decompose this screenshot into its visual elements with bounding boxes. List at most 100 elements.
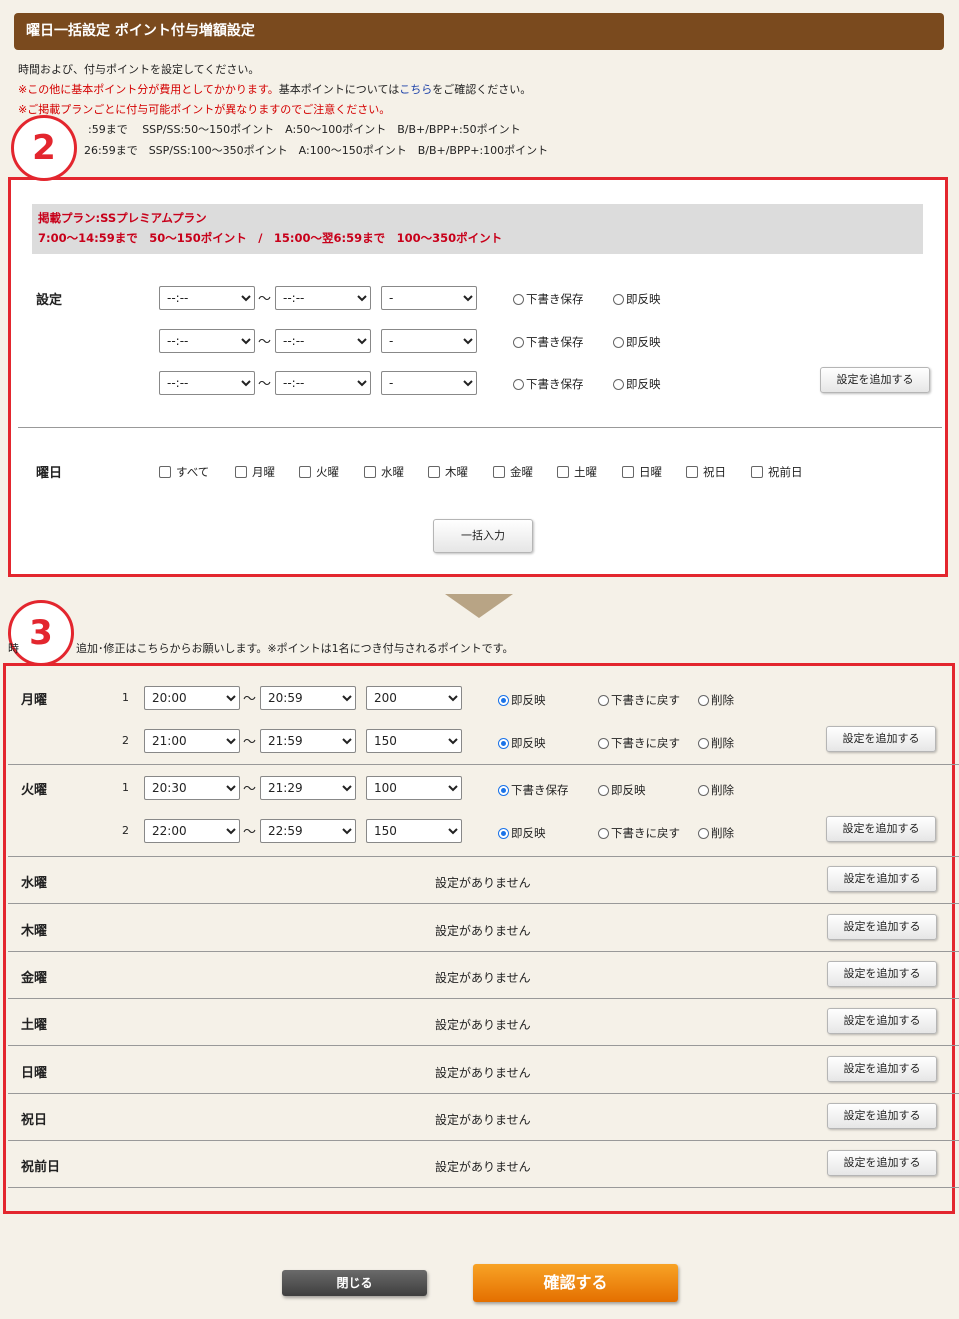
tilde-separator: ～ — [243, 825, 257, 840]
no-setting-text: 設定がありません — [435, 971, 531, 985]
draft-save-radio[interactable]: 下書き保存 — [513, 291, 584, 307]
no-setting-text: 設定がありません — [435, 1160, 531, 1174]
end-time-select[interactable]: --:-- — [275, 329, 371, 353]
status-radio-2[interactable]: 下書きに戻す — [598, 692, 680, 708]
start-time-select[interactable]: --:-- — [159, 371, 255, 395]
immediate-radio[interactable]: 即反映 — [613, 291, 661, 307]
points-select[interactable]: - — [381, 371, 477, 395]
day-checkbox[interactable]: 金曜 — [493, 464, 533, 480]
row-divider — [8, 998, 959, 999]
row-divider — [8, 856, 959, 857]
day-checkbox-label: 祝前日 — [768, 465, 803, 479]
day-checkbox-label: 日曜 — [639, 465, 662, 479]
add-setting-button[interactable]: 設定を追加する — [827, 914, 937, 940]
immediate-radio-label: 即反映 — [626, 292, 661, 306]
draft-save-radio-label: 下書き保存 — [526, 335, 584, 349]
add-setting-button-monday[interactable]: 設定を追加する — [826, 726, 936, 752]
radio-icon — [598, 737, 609, 749]
basic-points-link[interactable]: こちら — [399, 83, 432, 96]
start-time-select[interactable]: --:-- — [159, 286, 255, 310]
add-setting-button-tuesday[interactable]: 設定を追加する — [826, 816, 936, 842]
weekday-label: 土曜 — [21, 1018, 48, 1033]
status-radio-2[interactable]: 即反映 — [598, 782, 646, 798]
end-time-select[interactable]: 20:59 — [260, 686, 356, 710]
points-select[interactable]: 200 — [366, 686, 462, 710]
delete-radio[interactable]: 削除 — [698, 735, 734, 751]
day-checkbox[interactable]: 月曜 — [235, 464, 275, 480]
points-select[interactable]: 100 — [366, 776, 462, 800]
day-checkbox[interactable]: 水曜 — [364, 464, 404, 480]
draft-save-radio[interactable]: 下書き保存 — [513, 376, 584, 392]
points-select[interactable]: 150 — [366, 819, 462, 843]
checkbox-icon — [751, 466, 763, 478]
draft-save-radio[interactable]: 下書き保存 — [513, 334, 584, 350]
delete-radio[interactable]: 削除 — [698, 692, 734, 708]
weekday-label: 金曜 — [21, 971, 48, 986]
day-checkbox[interactable]: 日曜 — [622, 464, 662, 480]
checkbox-icon — [299, 466, 311, 478]
end-time-select[interactable]: 21:29 — [260, 776, 356, 800]
add-setting-button[interactable]: 設定を追加する — [820, 367, 930, 393]
draft-save-radio-label: 下書き保存 — [526, 377, 584, 391]
radio-icon — [498, 827, 509, 839]
end-time-select[interactable]: 21:59 — [260, 729, 356, 753]
status-radio-1[interactable]: 下書き保存 — [498, 782, 569, 798]
immediate-radio[interactable]: 即反映 — [613, 334, 661, 350]
radio-icon — [598, 827, 609, 839]
day-checkbox[interactable]: 木曜 — [428, 464, 468, 480]
row-number: 2 — [122, 824, 129, 837]
plan-warning: ※ご掲載プランごとに付与可能ポイントが異なりますのでご注意ください。 — [18, 103, 391, 116]
day-checkbox[interactable]: 祝日 — [686, 464, 726, 480]
start-time-select[interactable]: --:-- — [159, 329, 255, 353]
checkbox-icon — [428, 466, 440, 478]
immediate-radio[interactable]: 即反映 — [613, 376, 661, 392]
delete-radio[interactable]: 削除 — [698, 825, 734, 841]
add-setting-button[interactable]: 設定を追加する — [827, 961, 937, 987]
step-2-marker: 2 — [11, 115, 77, 181]
delete-radio-label: 削除 — [711, 783, 734, 797]
start-time-select[interactable]: 20:00 — [144, 686, 240, 710]
weekday-label-monday: 月曜 — [21, 693, 48, 708]
start-time-select[interactable]: 22:00 — [144, 819, 240, 843]
checkbox-icon — [557, 466, 569, 478]
day-checkbox-label: 金曜 — [510, 465, 533, 479]
status-radio-2[interactable]: 下書きに戻す — [598, 735, 680, 751]
plan-point-range: 7:00～14:59まで 50～150ポイント / 15:00～翌6:59まで … — [38, 231, 503, 245]
day-checkbox-label: すべて — [176, 465, 210, 479]
row-number: 2 — [122, 734, 129, 747]
confirm-button[interactable]: 確認する — [473, 1264, 678, 1302]
info-text-end: をご確認ください。 — [432, 83, 532, 96]
start-time-select[interactable]: 20:30 — [144, 776, 240, 800]
add-setting-button[interactable]: 設定を追加する — [827, 866, 937, 892]
page-title: 曜日一括設定 ポイント付与増額設定 — [14, 13, 944, 50]
points-select[interactable]: - — [381, 286, 477, 310]
delete-radio[interactable]: 削除 — [698, 782, 734, 798]
day-checkbox[interactable]: すべて — [159, 464, 209, 480]
day-checkbox[interactable]: 土曜 — [557, 464, 597, 480]
day-checkbox[interactable]: 火曜 — [299, 464, 339, 480]
cost-warning: ※この他に基本ポイント分が費用としてかかります。 — [18, 83, 279, 96]
day-checkbox[interactable]: 祝前日 — [751, 464, 803, 480]
status-radio-1[interactable]: 即反映 — [498, 692, 546, 708]
end-time-select[interactable]: --:-- — [275, 371, 371, 395]
add-setting-button[interactable]: 設定を追加する — [827, 1008, 937, 1034]
start-time-select[interactable]: 21:00 — [144, 729, 240, 753]
tilde-separator: ～ — [243, 782, 257, 797]
close-button[interactable]: 閉じる — [282, 1270, 427, 1296]
end-time-select[interactable]: 22:59 — [260, 819, 356, 843]
add-setting-button[interactable]: 設定を追加する — [827, 1056, 937, 1082]
end-time-select[interactable]: --:-- — [275, 286, 371, 310]
add-setting-button[interactable]: 設定を追加する — [827, 1150, 937, 1176]
tilde-separator: ～ — [243, 692, 257, 707]
status-radio-1[interactable]: 即反映 — [498, 825, 546, 841]
status-radio-2[interactable]: 下書きに戻す — [598, 825, 680, 841]
info-line-2: ※この他に基本ポイント分が費用としてかかります。基本ポイントについてはこちらをご… — [18, 80, 531, 100]
status-radio-1[interactable]: 即反映 — [498, 735, 546, 751]
points-select[interactable]: 150 — [366, 729, 462, 753]
points-select[interactable]: - — [381, 329, 477, 353]
row-number: 1 — [122, 691, 129, 704]
bulk-input-button[interactable]: 一括入力 — [433, 519, 533, 553]
add-setting-button[interactable]: 設定を追加する — [827, 1103, 937, 1129]
edit-note: 追加･修正はこちらからお願いします。※ポイントは1名につき付与されるポイントです… — [76, 642, 514, 655]
radio-icon — [513, 336, 524, 348]
